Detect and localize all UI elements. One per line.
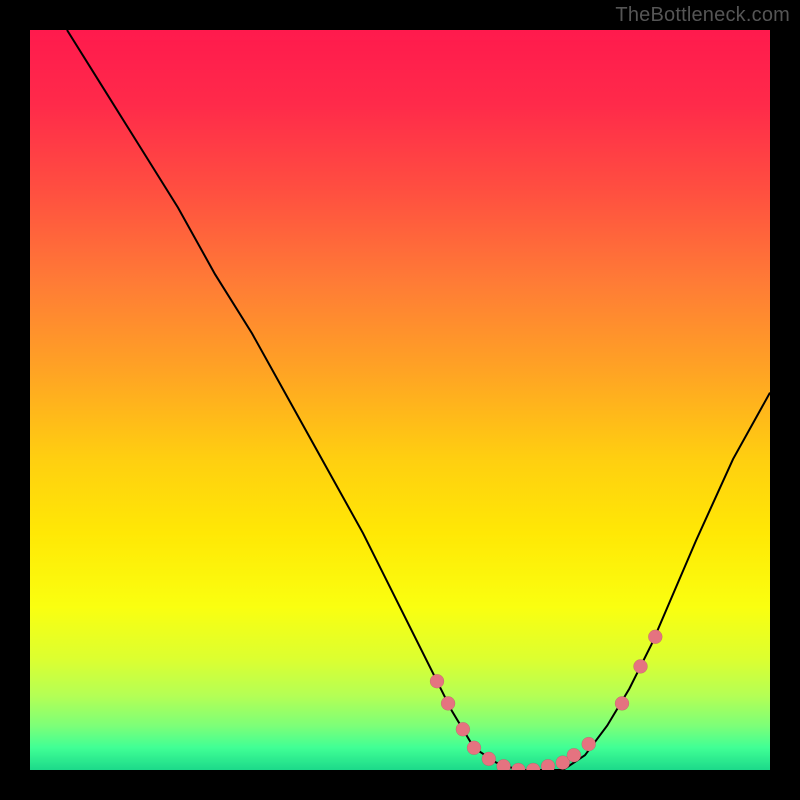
data-dot: [497, 759, 511, 770]
data-dot: [582, 737, 596, 751]
data-dots: [430, 630, 662, 770]
data-dot: [648, 630, 662, 644]
data-dot: [567, 748, 581, 762]
data-dot: [467, 741, 481, 755]
data-dot: [456, 722, 470, 736]
data-dot: [430, 674, 444, 688]
chart-svg: [30, 30, 770, 770]
watermark-text: TheBottleneck.com: [615, 4, 790, 27]
data-dot: [615, 696, 629, 710]
plot-area: [30, 30, 770, 770]
data-dot: [511, 763, 525, 770]
chart-frame: TheBottleneck.com: [0, 0, 800, 800]
data-dot: [482, 752, 496, 766]
data-dot: [526, 763, 540, 770]
data-dot: [441, 696, 455, 710]
bottleneck-curve: [67, 30, 770, 770]
data-dot: [541, 759, 555, 770]
data-dot: [634, 659, 648, 673]
